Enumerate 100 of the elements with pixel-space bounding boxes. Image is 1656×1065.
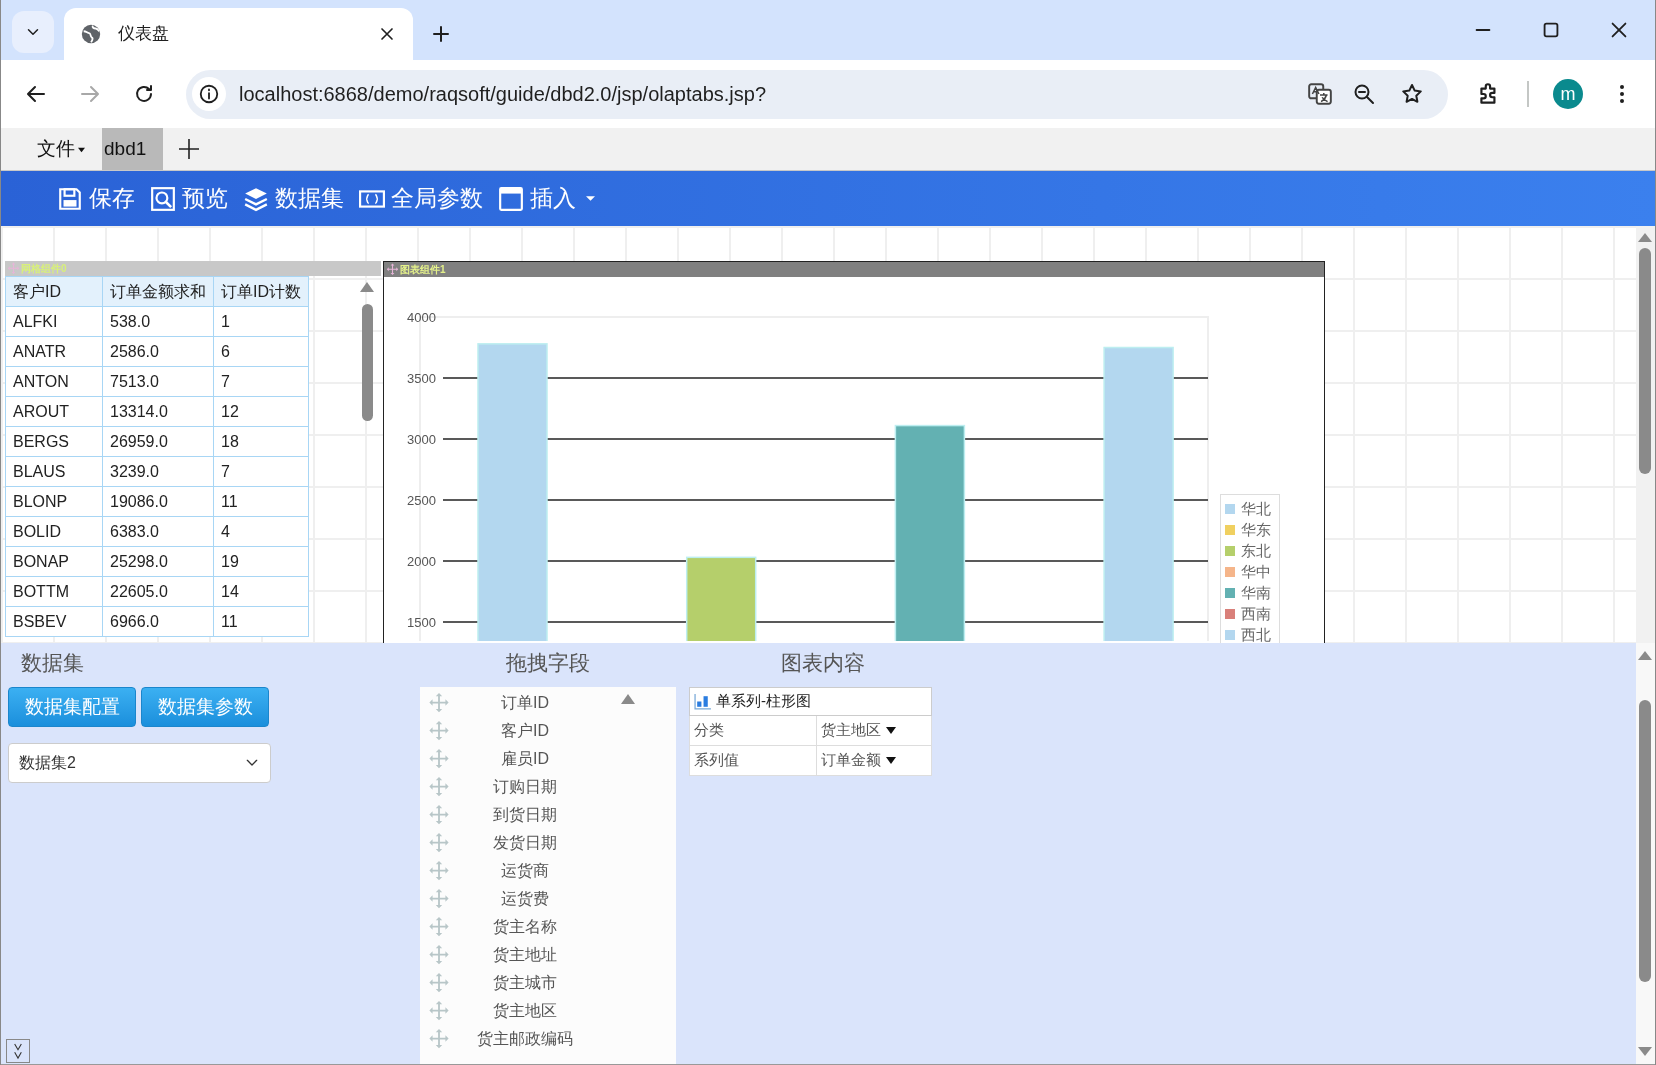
toolbar-button[interactable]: 数据集 [243, 181, 344, 216]
table-cell: 7 [213, 456, 309, 487]
axis-tick-label: 3000 [407, 432, 436, 447]
zoom-out-icon[interactable] [1352, 82, 1376, 106]
table-cell: BSBEV [5, 606, 103, 637]
table-cell: 538.0 [102, 306, 214, 337]
field-item[interactable]: 货主名称 [420, 913, 676, 941]
toolbar-button[interactable]: 全局参数 [359, 181, 483, 216]
scrollbar-thumb[interactable] [1639, 700, 1651, 982]
property-label: 系列值 [690, 746, 817, 775]
field-item[interactable]: 运货商 [420, 857, 676, 885]
legend-label: 东北 [1241, 543, 1271, 558]
table-cell: BONAP [5, 546, 103, 577]
table-cell: 26959.0 [102, 426, 214, 457]
legend-label: 西北 [1241, 627, 1271, 642]
table-cell: BOLID [5, 516, 103, 547]
move-icon [428, 860, 450, 882]
table-cell: 7 [213, 366, 309, 397]
table-cell: 19086.0 [102, 486, 214, 517]
section-heading: 图表内容 [781, 650, 866, 677]
legend-label: 华中 [1241, 564, 1271, 579]
toolbar-button[interactable]: 预览 [150, 181, 228, 216]
move-icon [428, 888, 450, 910]
move-icon [428, 1028, 450, 1050]
table-cell: BOTTM [5, 576, 103, 607]
axis-tick-label: 1500 [407, 615, 436, 630]
toolbar-button[interactable]: 插入 [498, 181, 595, 216]
table-cell: BLONP [5, 486, 103, 517]
scroll-up-icon[interactable] [621, 694, 635, 704]
legend-label: 西南 [1241, 606, 1271, 621]
axis-tick-label: 2000 [407, 554, 436, 569]
table-cell: 19 [213, 546, 309, 577]
caret-icon [77, 145, 86, 153]
property-dropdown[interactable]: 货主地区 [817, 716, 931, 745]
table-cell: 25298.0 [102, 546, 214, 577]
field-item[interactable]: 发货日期 [420, 829, 676, 857]
table-cell: 6966.0 [102, 606, 214, 637]
move-icon [428, 944, 450, 966]
site-info-button[interactable] [192, 77, 226, 111]
tab-title: 仪表盘 [118, 23, 170, 46]
section-heading: 数据集 [20, 650, 85, 677]
translate-icon[interactable] [1307, 81, 1333, 107]
info-icon [198, 83, 220, 105]
chart-type-field[interactable]: 单系列-柱形图 [689, 687, 932, 716]
column-header[interactable]: 订单ID计数 [213, 276, 309, 307]
table-cell: 18 [213, 426, 309, 457]
add-tab-icon[interactable] [177, 137, 201, 161]
table-cell: 11 [213, 486, 309, 517]
property-dropdown[interactable]: 订单金额 [817, 746, 931, 775]
field-item[interactable]: 到货日期 [420, 801, 676, 829]
table-cell: 6383.0 [102, 516, 214, 547]
field-item[interactable]: 货主地区 [420, 997, 676, 1025]
scrollbar[interactable] [1636, 643, 1655, 1064]
profile-avatar[interactable]: m [1553, 79, 1583, 109]
legend-label: 华南 [1241, 585, 1271, 600]
table-cell: ALFKI [5, 306, 103, 337]
move-icon [428, 916, 450, 938]
document-tab[interactable]: dbd1 [102, 128, 163, 170]
scroll-down-icon[interactable] [1638, 1047, 1652, 1056]
field-item[interactable]: 订单ID [420, 689, 676, 717]
scroll-up-icon[interactable] [360, 282, 374, 292]
table-cell: BERGS [5, 426, 103, 457]
column-header[interactable]: 客户ID [5, 276, 103, 307]
menu-button[interactable]: 文件 [37, 128, 86, 170]
toolbar-button[interactable]: 保存 [57, 181, 135, 216]
layers-icon [243, 185, 269, 212]
scrollbar-thumb[interactable] [362, 304, 373, 421]
axis-tick-label: 4000 [407, 310, 436, 325]
field-item[interactable]: 货主地址 [420, 941, 676, 969]
url-text: localhost:6868/demo/raqsoft/guide/dbd2.0/jsp/olaptabs.jsp? [239, 82, 767, 107]
axis-tick-label: 2500 [407, 493, 436, 508]
field-item[interactable]: 运货费 [420, 885, 676, 913]
column-header[interactable]: 订单金额求和 [102, 276, 214, 307]
double-chevron-down-icon [13, 1042, 23, 1060]
field-item[interactable]: 订购日期 [420, 773, 676, 801]
globe-icon [80, 23, 102, 45]
scroll-up-icon[interactable] [1638, 651, 1652, 660]
panel-title: 网格组件0 [21, 263, 67, 274]
field-item[interactable]: 货主城市 [420, 969, 676, 997]
star-icon[interactable] [1400, 82, 1424, 106]
section-heading: 拖拽字段 [505, 650, 591, 677]
field-item[interactable]: 客户ID [420, 717, 676, 745]
table-cell: ANATR [5, 336, 103, 367]
collapse-button[interactable] [6, 1039, 30, 1063]
move-icon [428, 972, 450, 994]
table-cell: 6 [213, 336, 309, 367]
property-label: 分类 [690, 716, 817, 745]
scrollbar-thumb[interactable] [1639, 248, 1651, 474]
table-cell: BLAUS [5, 456, 103, 487]
table-cell: 22605.0 [102, 576, 214, 607]
move-icon [428, 776, 450, 798]
move-icon [428, 748, 450, 770]
browser-tab[interactable]: 仪表盘 [64, 8, 413, 60]
field-item[interactable]: 雇员ID [420, 745, 676, 773]
dataset-select[interactable]: 数据集2 [8, 743, 271, 783]
field-item[interactable]: 货主邮政编码 [420, 1025, 676, 1053]
address-bar[interactable]: localhost:6868/demo/raqsoft/guide/dbd2.0/jsp/olaptabs.jsp? [186, 69, 1448, 119]
window-icon [498, 185, 524, 212]
scroll-up-icon[interactable] [1638, 233, 1652, 242]
scrollbar[interactable] [1636, 226, 1655, 643]
